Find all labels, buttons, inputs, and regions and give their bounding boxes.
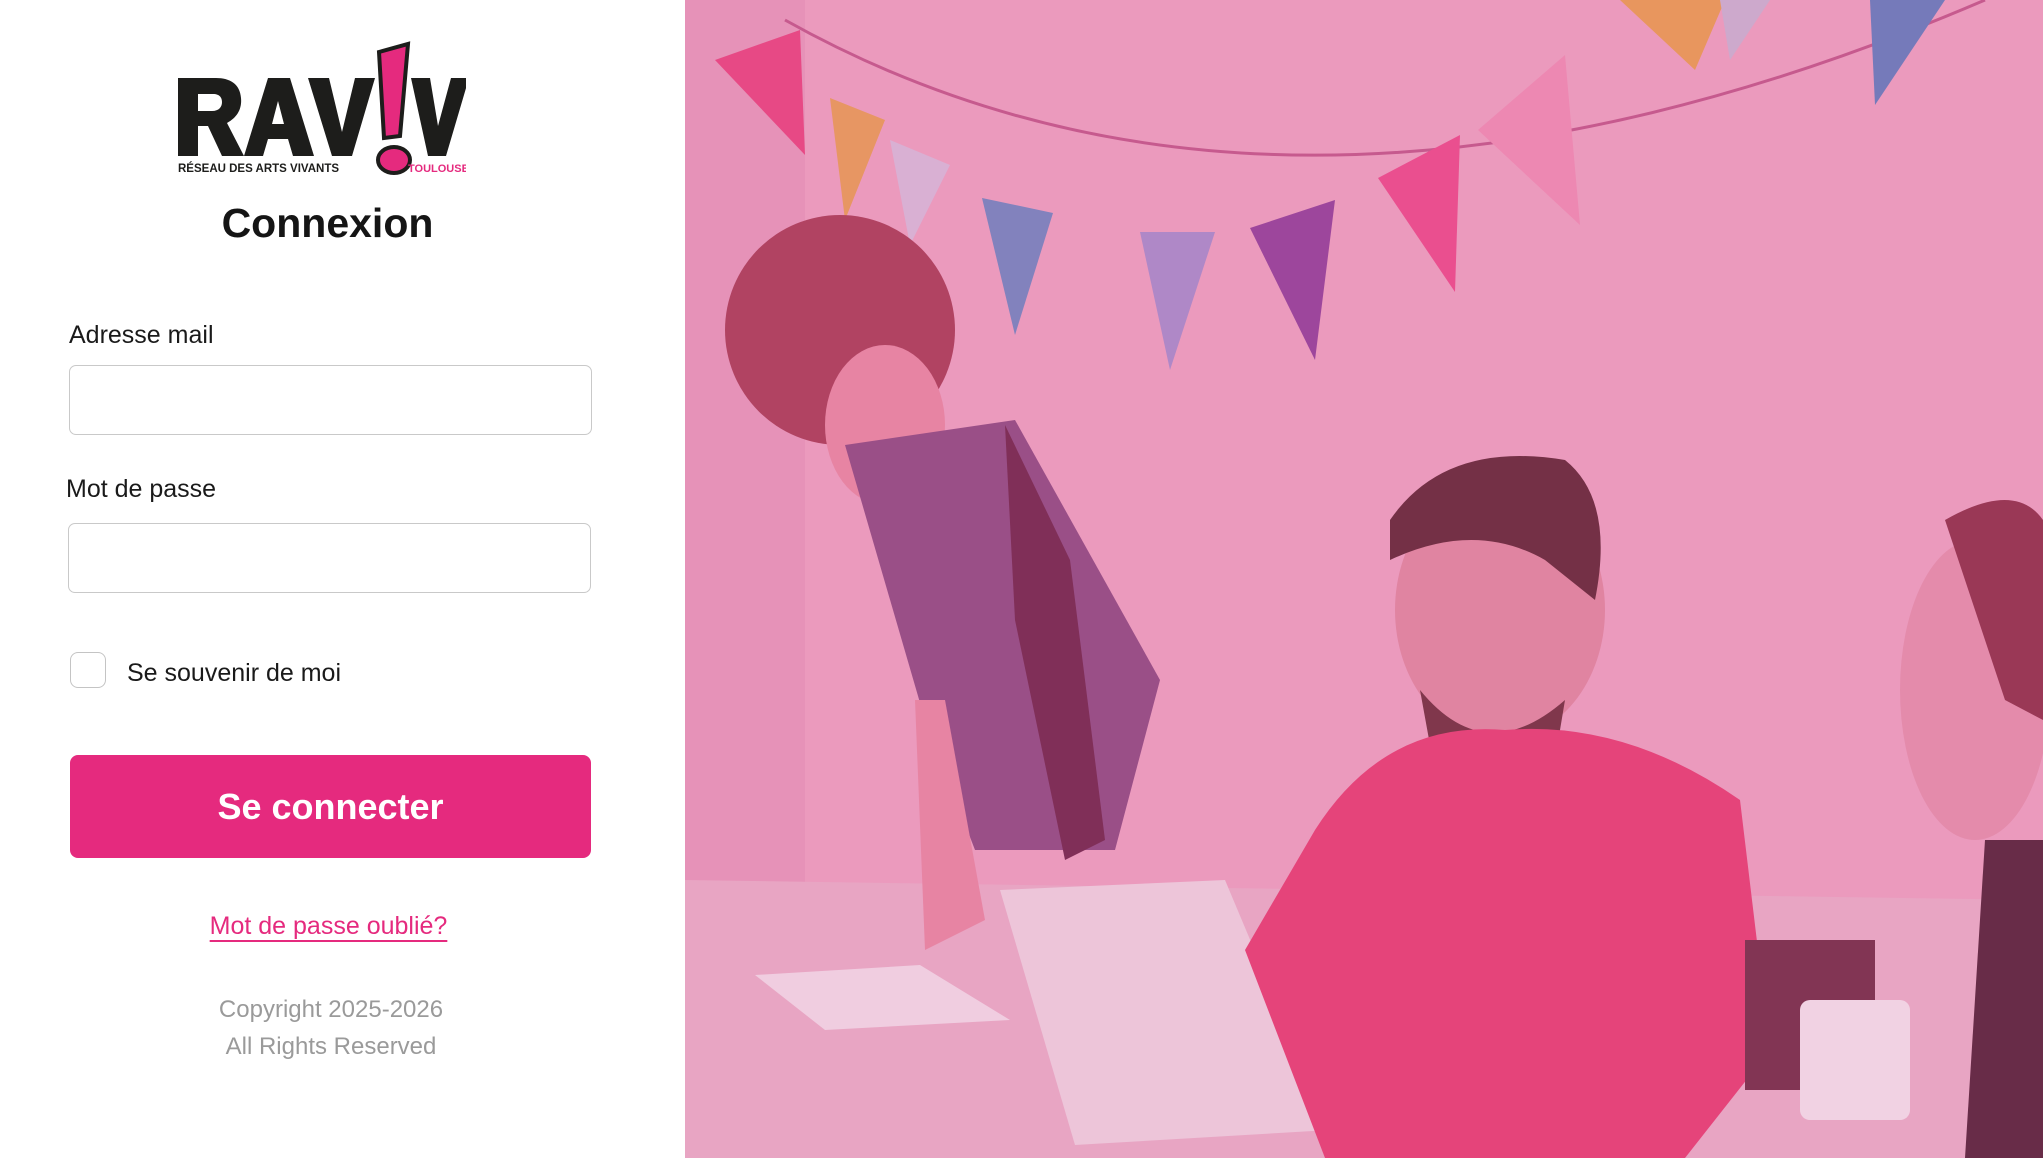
password-label: Mot de passe [66, 475, 217, 503]
login-panel: RÉSEAU DES ARTS VIVANTS TOULOUSE Connexi… [0, 0, 685, 1158]
svg-text:TOULOUSE: TOULOUSE [408, 163, 466, 175]
forgot-password-link[interactable]: Mot de passe oublié? [210, 912, 448, 940]
rights-text: All Rights Reserved [225, 1033, 437, 1060]
forgot-password: Mot de passe oublié? [0, 912, 657, 941]
raviv-logo: RÉSEAU DES ARTS VIVANTS TOULOUSE [176, 38, 466, 184]
hero-photo [685, 0, 2043, 1158]
password-field[interactable] [68, 523, 591, 593]
login-button[interactable]: Se connecter [70, 755, 591, 858]
remember-checkbox[interactable] [70, 652, 106, 688]
email-field[interactable] [69, 365, 592, 435]
remember-label: Se souvenir de moi [127, 658, 342, 687]
copyright-text: Copyright 2025-2026 [218, 996, 444, 1023]
page-title: Connexion [221, 200, 434, 246]
remember-me[interactable]: Se souvenir de moi [70, 652, 341, 688]
email-label: Adresse mail [69, 321, 214, 349]
svg-text:RÉSEAU DES ARTS VIVANTS: RÉSEAU DES ARTS VIVANTS [178, 162, 339, 175]
team-meeting-photo-icon [685, 0, 2043, 1158]
